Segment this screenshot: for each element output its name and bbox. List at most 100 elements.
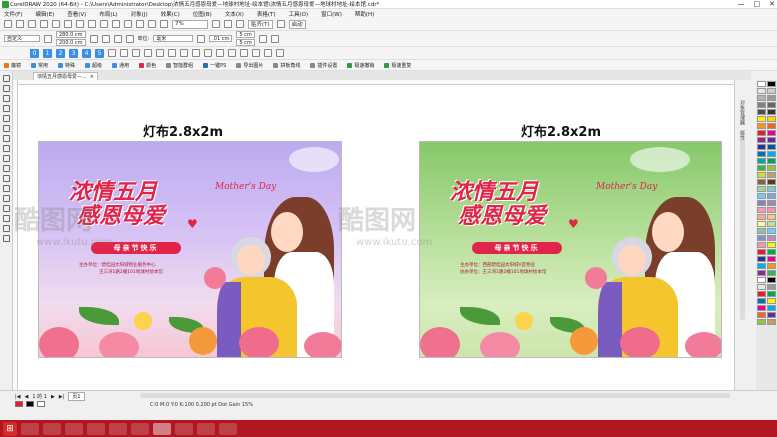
- palette-swatch[interactable]: [757, 284, 766, 290]
- macro-button-5[interactable]: 5: [95, 48, 104, 58]
- copy-icon[interactable]: [76, 20, 84, 28]
- plugin-settings[interactable]: 插件设置: [310, 62, 337, 69]
- next-page-icon[interactable]: ▶: [51, 394, 55, 400]
- menu-view[interactable]: 查看(V): [67, 10, 86, 18]
- palette-swatch[interactable]: [767, 305, 776, 311]
- taskbar-app[interactable]: [109, 422, 127, 435]
- taskbar-app[interactable]: [175, 422, 193, 435]
- palette-swatch[interactable]: [767, 88, 776, 94]
- palette-swatch[interactable]: [767, 298, 776, 304]
- palette-swatch[interactable]: [757, 179, 766, 185]
- zoom-level-select[interactable]: 7%: [172, 19, 208, 29]
- palette-swatch[interactable]: [757, 158, 766, 164]
- plugin-fast-redo[interactable]: 极速重复: [384, 62, 411, 69]
- plugin-mirror[interactable]: 魔镜: [4, 62, 21, 69]
- palette-swatch[interactable]: [767, 291, 776, 297]
- open-icon[interactable]: [16, 20, 24, 28]
- color-icon[interactable]: [252, 49, 260, 57]
- paste-icon[interactable]: [88, 20, 96, 28]
- smart-fill-tool-icon[interactable]: [2, 235, 10, 242]
- palette-swatch[interactable]: [767, 207, 776, 213]
- current-page-icon[interactable]: [125, 34, 134, 43]
- palette-swatch[interactable]: [767, 214, 776, 220]
- palette-swatch[interactable]: [757, 242, 766, 248]
- menu-bitmaps[interactable]: 位图(B): [193, 10, 212, 18]
- interactive-fill-tool-icon[interactable]: [2, 225, 10, 232]
- new-document-icon[interactable]: [4, 20, 12, 28]
- taskbar-app[interactable]: [65, 422, 83, 435]
- palette-swatch[interactable]: [767, 221, 776, 227]
- zoom-tool-icon[interactable]: [2, 105, 10, 112]
- palette-swatch[interactable]: [767, 95, 776, 101]
- menu-table[interactable]: 表格(T): [257, 10, 276, 18]
- palette-swatch[interactable]: [757, 81, 766, 87]
- page-width-field[interactable]: 280.0 cm: [56, 31, 86, 38]
- maximize-button[interactable]: □: [754, 0, 761, 8]
- group-icon[interactable]: [132, 49, 140, 57]
- horizontal-scrollbar[interactable]: [140, 393, 730, 398]
- intersect-icon[interactable]: [204, 49, 212, 57]
- palette-swatch[interactable]: [757, 249, 766, 255]
- palette-swatch[interactable]: [767, 144, 776, 150]
- palette-swatch[interactable]: [757, 270, 766, 276]
- cloud-icon[interactable]: [40, 20, 48, 28]
- palette-swatch[interactable]: [767, 249, 776, 255]
- palette-swatch[interactable]: [767, 200, 776, 206]
- object-manager-tab[interactable]: 对象管理器: [739, 100, 746, 125]
- menu-object[interactable]: 对象(J): [131, 10, 148, 18]
- palette-swatch[interactable]: [757, 319, 766, 325]
- palette-swatch[interactable]: [757, 305, 766, 311]
- macro-button-0[interactable]: 0: [30, 48, 39, 58]
- shadow-icon[interactable]: [240, 49, 248, 57]
- palette-swatch[interactable]: [767, 172, 776, 178]
- palette-swatch[interactable]: [757, 151, 766, 157]
- macro-button-4[interactable]: 4: [82, 48, 91, 58]
- palette-swatch[interactable]: [767, 116, 776, 122]
- palette-swatch[interactable]: [757, 235, 766, 241]
- all-pages-icon[interactable]: [113, 34, 122, 43]
- plugin-one-click-ps[interactable]: 一键PS: [203, 62, 226, 69]
- palette-swatch[interactable]: [757, 228, 766, 234]
- lock-icon[interactable]: [168, 49, 176, 57]
- contour-icon[interactable]: [228, 49, 236, 57]
- export-icon[interactable]: [148, 20, 156, 28]
- poster-purple[interactable]: 浓情五月 感恩母爱 Mother's Day ♥ 母亲节快乐 主办单位：碧桂园太…: [38, 141, 342, 358]
- palette-swatch[interactable]: [757, 207, 766, 213]
- taskbar-app[interactable]: [197, 422, 215, 435]
- menu-edit[interactable]: 编辑(E): [35, 10, 54, 18]
- pick-tool-icon[interactable]: [2, 75, 10, 82]
- close-button[interactable]: ✕: [769, 0, 775, 8]
- plugin-export-image[interactable]: 导出图片: [236, 62, 263, 69]
- palette-swatch[interactable]: [767, 158, 776, 164]
- palette-swatch[interactable]: [767, 81, 776, 87]
- palette-swatch[interactable]: [757, 165, 766, 171]
- palette-swatch[interactable]: [757, 291, 766, 297]
- menu-help[interactable]: 帮助(H): [355, 10, 374, 18]
- page-preset-select[interactable]: 自定义: [4, 35, 40, 42]
- menu-text[interactable]: 文本(X): [225, 10, 244, 18]
- drawing-canvas[interactable]: 灯布2.8x2m 灯布2.8x2m 浓情五月 感恩母爱 Mother's Day…: [14, 85, 734, 390]
- vertical-scrollbar[interactable]: [740, 140, 745, 320]
- palette-swatch[interactable]: [757, 123, 766, 129]
- palette-swatch[interactable]: [757, 263, 766, 269]
- wrench-icon[interactable]: [270, 34, 279, 43]
- palette-swatch[interactable]: [757, 130, 766, 136]
- poster-green[interactable]: 浓情五月 感恩母爱 Mother's Day ♥ 母亲节快乐 主办单位：西部碧桂…: [419, 141, 722, 358]
- fill-swatch[interactable]: [15, 401, 23, 407]
- plugin-general[interactable]: 通用: [112, 62, 129, 69]
- freehand-tool-icon[interactable]: [2, 115, 10, 122]
- palette-swatch[interactable]: [757, 312, 766, 318]
- palette-swatch[interactable]: [767, 284, 776, 290]
- artistic-media-tool-icon[interactable]: [2, 125, 10, 132]
- palette-swatch[interactable]: [767, 179, 776, 185]
- palette-swatch[interactable]: [757, 186, 766, 192]
- plugin-common[interactable]: 常用: [31, 62, 48, 69]
- landscape-icon[interactable]: [101, 34, 110, 43]
- taskbar-app-coreldraw[interactable]: [153, 422, 171, 435]
- macro-button-3[interactable]: 3: [69, 48, 78, 58]
- palette-swatch[interactable]: [757, 102, 766, 108]
- text-tool-icon[interactable]: [2, 165, 10, 172]
- pdf-icon[interactable]: [160, 20, 168, 28]
- none-swatch[interactable]: [37, 401, 45, 407]
- ellipse-tool-icon[interactable]: [2, 145, 10, 152]
